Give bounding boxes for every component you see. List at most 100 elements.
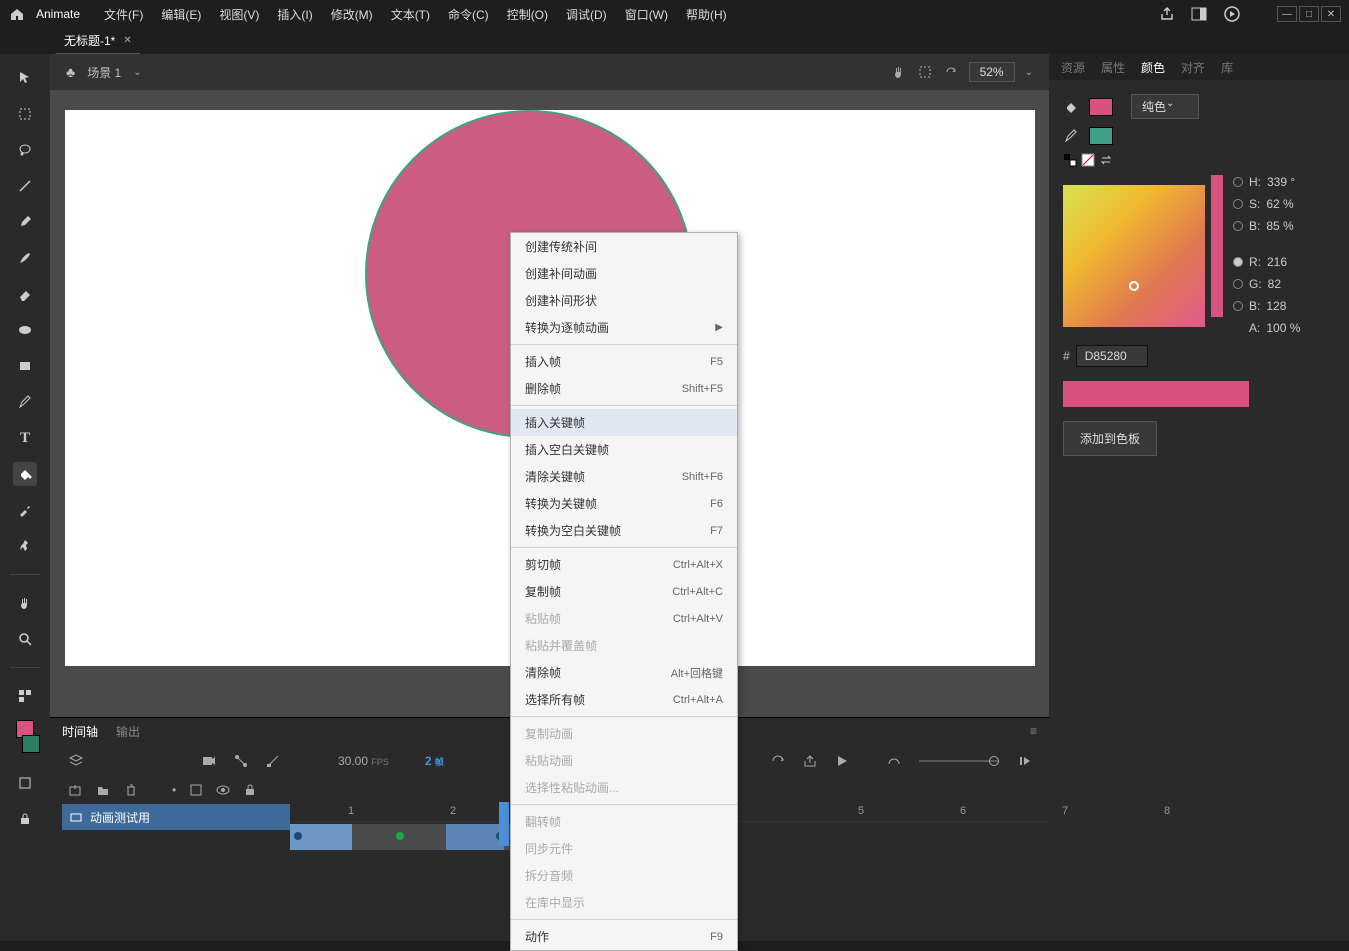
stroke-icon[interactable]: [1063, 128, 1081, 144]
chevron-down-icon[interactable]: ⌄: [133, 67, 141, 78]
menu-modify[interactable]: 修改(M): [331, 6, 373, 23]
fill-type-select[interactable]: 纯色 ⌄: [1131, 94, 1199, 119]
no-color-icon[interactable]: [1081, 153, 1095, 167]
outline-icon[interactable]: [190, 784, 202, 796]
chevron-down-icon[interactable]: ⌄: [1025, 67, 1033, 78]
context-menu-item[interactable]: 插入关键帧: [511, 409, 737, 436]
menu-commands[interactable]: 命令(C): [448, 6, 489, 23]
tab-output[interactable]: 输出: [116, 723, 140, 740]
context-menu-item[interactable]: 转换为逐帧动画▶: [511, 314, 737, 341]
menu-file[interactable]: 文件(F): [104, 6, 143, 23]
oval-tool[interactable]: [13, 318, 37, 342]
line-tool[interactable]: [13, 174, 37, 198]
rgb-radio[interactable]: [1233, 279, 1243, 289]
visibility-icon[interactable]: [216, 783, 230, 797]
context-menu-item[interactable]: 剪切帧Ctrl+Alt+X: [511, 551, 737, 578]
workspace-icon[interactable]: [1191, 6, 1207, 22]
loop-icon[interactable]: [771, 754, 785, 768]
hsb-radio[interactable]: [1233, 199, 1243, 209]
context-menu-item[interactable]: 复制帧Ctrl+Alt+C: [511, 578, 737, 605]
layer-row[interactable]: 动画测试用: [62, 804, 290, 830]
context-menu-item[interactable]: 创建补间动画: [511, 260, 737, 287]
hue-slider[interactable]: [1211, 175, 1223, 317]
playhead[interactable]: [499, 802, 509, 846]
pencil-tool[interactable]: [13, 390, 37, 414]
tab-align[interactable]: 对齐: [1181, 59, 1205, 76]
layers-icon[interactable]: [68, 753, 84, 769]
options-icon[interactable]: [13, 684, 37, 708]
current-frame[interactable]: 2 帧: [425, 754, 444, 768]
maximize-button[interactable]: □: [1299, 6, 1319, 22]
tab-timeline[interactable]: 时间轴: [62, 723, 98, 740]
clip-icon[interactable]: [917, 64, 933, 80]
text-tool[interactable]: T: [13, 426, 37, 450]
selection-tool[interactable]: [13, 66, 37, 90]
menu-control[interactable]: 控制(O): [507, 6, 548, 23]
fill-icon[interactable]: [1063, 99, 1081, 115]
rotate-icon[interactable]: [943, 64, 959, 80]
eraser-tool[interactable]: [13, 282, 37, 306]
menu-insert[interactable]: 插入(I): [277, 6, 312, 23]
context-menu-item[interactable]: 转换为空白关键帧F7: [511, 517, 737, 544]
scene-selector[interactable]: 场景 1: [87, 64, 121, 81]
context-menu-item[interactable]: 删除帧Shift+F5: [511, 375, 737, 402]
minimize-button[interactable]: —: [1277, 6, 1297, 22]
menu-text[interactable]: 文本(T): [391, 6, 430, 23]
swap-colors-icon[interactable]: [1063, 153, 1077, 167]
document-tab[interactable]: 无标题-1* ✕: [56, 28, 140, 54]
onion-skin-icon[interactable]: [887, 754, 901, 768]
eyedropper-tool[interactable]: [13, 498, 37, 522]
menu-edit[interactable]: 编辑(E): [161, 6, 201, 23]
stroke-swatch[interactable]: [1089, 127, 1113, 145]
close-tab-icon[interactable]: ✕: [123, 35, 131, 46]
pin-tool[interactable]: [13, 534, 37, 558]
brush-tool[interactable]: [13, 246, 37, 270]
shape-option-icon[interactable]: [13, 771, 37, 795]
rgb-radio[interactable]: [1233, 257, 1243, 267]
rgb-radio[interactable]: [1233, 301, 1243, 311]
stroke-color-swatch[interactable]: [22, 735, 40, 753]
graph-icon[interactable]: [234, 754, 248, 768]
context-menu-item[interactable]: 创建传统补间: [511, 233, 737, 260]
play-button[interactable]: [835, 754, 849, 768]
marker-icon[interactable]: [266, 754, 280, 768]
color-swatches[interactable]: [16, 720, 34, 759]
menu-window[interactable]: 窗口(W): [625, 6, 668, 23]
zoom-tool[interactable]: [13, 627, 37, 651]
hand-icon[interactable]: [891, 64, 907, 80]
trash-icon[interactable]: [124, 783, 138, 797]
new-layer-icon[interactable]: [68, 783, 82, 797]
color-field[interactable]: [1063, 185, 1205, 327]
slider[interactable]: [919, 760, 999, 762]
menu-debug[interactable]: 调试(D): [566, 6, 607, 23]
context-menu-item[interactable]: 插入空白关键帧: [511, 436, 737, 463]
context-menu-item[interactable]: 创建补间形状: [511, 287, 737, 314]
menu-help[interactable]: 帮助(H): [686, 6, 727, 23]
add-swatch-button[interactable]: 添加到色板: [1063, 421, 1157, 456]
menu-view[interactable]: 视图(V): [219, 6, 259, 23]
panel-menu-icon[interactable]: ≡: [1030, 724, 1037, 738]
close-button[interactable]: ✕: [1321, 6, 1341, 22]
play-icon[interactable]: [1223, 5, 1241, 23]
tab-properties[interactable]: 属性: [1101, 59, 1125, 76]
context-menu-item[interactable]: 插入帧F5: [511, 348, 737, 375]
hex-input[interactable]: D85280: [1076, 345, 1148, 367]
context-menu-item[interactable]: 动作F9: [511, 923, 737, 950]
camera-icon[interactable]: [202, 754, 216, 768]
end-icon[interactable]: [1017, 754, 1031, 768]
home-icon[interactable]: [8, 5, 26, 23]
context-menu-item[interactable]: 清除帧Alt+回格键: [511, 659, 737, 686]
share-icon[interactable]: [1159, 6, 1175, 22]
folder-icon[interactable]: [96, 783, 110, 797]
context-menu-item[interactable]: 清除关键帧Shift+F6: [511, 463, 737, 490]
tab-color[interactable]: 颜色: [1141, 59, 1165, 76]
bucket-tool[interactable]: [13, 462, 37, 486]
lasso-tool[interactable]: [13, 138, 37, 162]
fps-value[interactable]: 30.00 FPS: [338, 754, 389, 768]
lock-fill-icon[interactable]: [13, 807, 37, 831]
rect-tool[interactable]: [13, 354, 37, 378]
pen-tool[interactable]: [13, 210, 37, 234]
hsb-radio[interactable]: [1233, 177, 1243, 187]
hand-tool[interactable]: [13, 591, 37, 615]
hsb-radio[interactable]: [1233, 221, 1243, 231]
